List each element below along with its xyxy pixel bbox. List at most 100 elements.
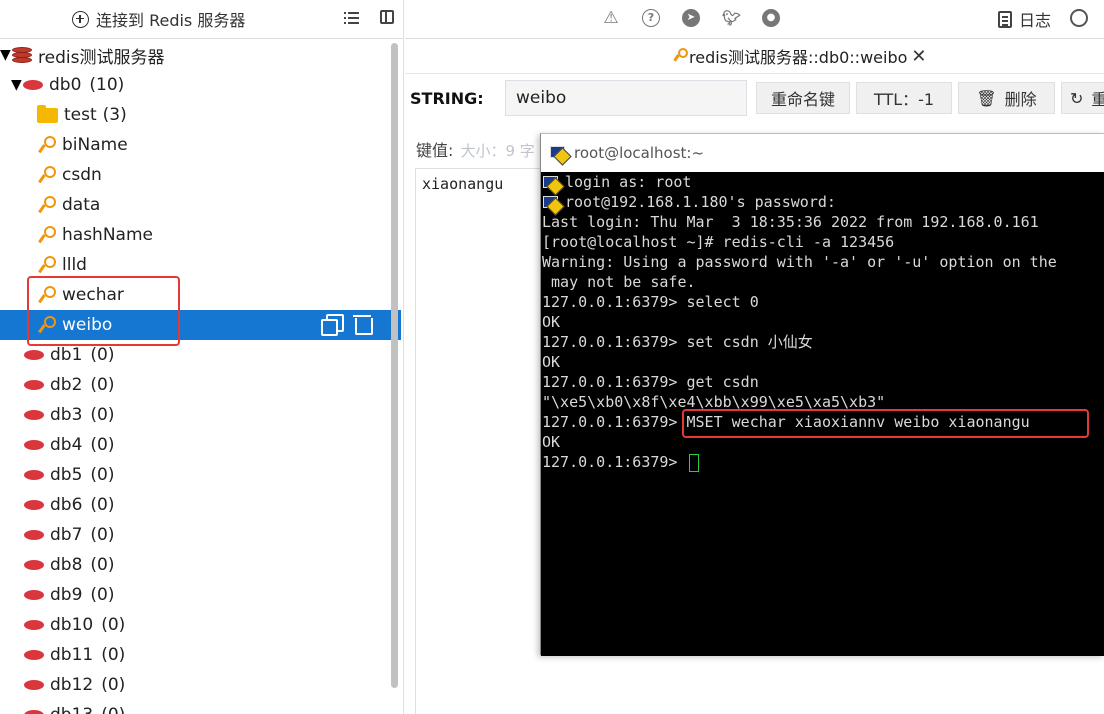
connect-redis-button[interactable]: 连接到 Redis 服务器 <box>72 6 245 32</box>
key-name: llld <box>62 255 87 275</box>
database-icon <box>24 650 44 660</box>
tree-db-db2[interactable]: db2 (0) <box>0 370 401 400</box>
key-name: hashName <box>62 225 153 245</box>
db-name: db2 <box>50 375 83 395</box>
db-key-count: (0) <box>90 495 115 515</box>
log-button-label: 日志 <box>1019 11 1052 30</box>
tree-key[interactable]: wechar <box>0 280 401 310</box>
key-icon <box>38 256 56 274</box>
key-name-input[interactable]: weibo <box>505 80 747 116</box>
github-icon[interactable]: ● <box>762 9 780 27</box>
ttl-button[interactable]: TTL：-1 <box>856 82 952 114</box>
settings-icon[interactable] <box>1070 9 1088 27</box>
tree-key[interactable]: csdn <box>0 160 401 190</box>
help-icon[interactable]: ? <box>642 9 660 27</box>
refresh-button[interactable]: ↻ 重 <box>1061 82 1104 114</box>
caret-down-icon[interactable]: ▼ <box>11 77 23 93</box>
twitter-icon[interactable]: 🐦︎ <box>722 9 741 27</box>
tree-db-db1[interactable]: db1 (0) <box>0 340 401 370</box>
key-name: csdn <box>62 165 102 185</box>
putty-icon <box>543 174 559 192</box>
database-icon <box>24 500 44 510</box>
prompt: 127.0.0.1:6379> <box>542 413 678 431</box>
key-detail-toolbar: STRING: weibo 重命名键 TTL：-1 🗑︎ 删除 ↻ 重 <box>405 74 1104 124</box>
telegram-icon[interactable]: ➤ <box>682 9 700 27</box>
terminal-screen[interactable]: login as: root root@192.168.1.180's pass… <box>541 172 1104 656</box>
putty-icon <box>550 144 568 162</box>
db-name: db9 <box>50 585 83 605</box>
db-key-count: (0) <box>101 645 126 665</box>
database-icon <box>24 470 44 480</box>
putty-icon <box>543 194 559 212</box>
key-name: weibo <box>62 315 113 335</box>
caret-down-icon[interactable]: ▼ <box>0 47 12 63</box>
tree-db-db12[interactable]: db12 (0) <box>0 670 401 700</box>
database-icon <box>24 410 44 420</box>
tree-key[interactable]: biName <box>0 130 401 160</box>
db-name: db6 <box>50 495 83 515</box>
plus-circle-icon <box>72 10 89 28</box>
delete-button-label: 删除 <box>1004 90 1037 109</box>
db-name: db5 <box>50 465 83 485</box>
key-tree: ▼ redis测试服务器 ▼ db0 (10) test (3) biName … <box>0 40 402 714</box>
refresh-button-label: 重 <box>1091 86 1104 110</box>
tree-db-db0[interactable]: ▼ db0 (10) <box>0 70 401 100</box>
server-name: redis测试服务器 <box>38 47 165 68</box>
db-name: db4 <box>50 435 83 455</box>
terminal-line: 127.0.0.1:6379> <box>542 452 699 472</box>
terminal-line: login as: root <box>542 172 691 192</box>
tree-db-db4[interactable]: db4 (0) <box>0 430 401 460</box>
database-icon <box>24 680 44 690</box>
terminal-line: 127.0.0.1:6379> set csdn 小仙女 <box>542 333 813 351</box>
tree-db-db5[interactable]: db5 (0) <box>0 460 401 490</box>
warning-icon[interactable]: ⚠ <box>602 9 620 27</box>
tree-db-db9[interactable]: db9 (0) <box>0 580 401 610</box>
delete-key-button[interactable]: 🗑︎ 删除 <box>958 82 1055 114</box>
list-view-icon[interactable] <box>344 11 359 25</box>
rename-key-button[interactable]: 重命名键 <box>756 82 850 114</box>
top-toolbar: ⚠ ? ➤ 🐦︎ ● 日志 <box>405 0 1104 39</box>
key-icon <box>38 166 56 184</box>
key-type-label: STRING: <box>410 89 484 108</box>
putty-terminal-window[interactable]: root@localhost:~ login as: root root@192… <box>540 133 1104 656</box>
putty-title: root@localhost:~ <box>574 144 705 162</box>
database-icon <box>24 620 44 630</box>
tree-db-db10[interactable]: db10 (0) <box>0 610 401 640</box>
folder-count: (3) <box>102 105 127 125</box>
tree-db-db3[interactable]: db3 (0) <box>0 400 401 430</box>
key-icon <box>38 136 56 154</box>
terminal-line: 127.0.0.1:6379> MSET wechar xiaoxiannv w… <box>542 412 1030 432</box>
tree-db-db11[interactable]: db11 (0) <box>0 640 401 670</box>
tree-db-db8[interactable]: db8 (0) <box>0 550 401 580</box>
tree-db-db13[interactable]: db13 (0) <box>0 700 401 714</box>
clipboard-icon <box>998 10 1012 28</box>
terminal-line: OK <box>542 313 561 331</box>
tree-key[interactable]: data <box>0 190 401 220</box>
trash-icon[interactable] <box>353 314 373 335</box>
terminal-line: 127.0.0.1:6379> get csdn <box>542 373 759 391</box>
tree-key-selected[interactable]: weibo <box>0 310 401 340</box>
log-button[interactable]: 日志 <box>998 6 1051 32</box>
database-icon <box>24 350 44 360</box>
database-icon <box>24 710 44 714</box>
connect-button-label: 连接到 Redis 服务器 <box>96 11 246 30</box>
tree-db-db6[interactable]: db6 (0) <box>0 490 401 520</box>
db-name: db8 <box>50 555 83 575</box>
toggle-sidebar-icon[interactable] <box>380 10 394 24</box>
value-size-text: 大小：9 字 <box>460 142 535 160</box>
tree-folder-test[interactable]: test (3) <box>0 100 401 130</box>
copy-icon[interactable] <box>321 314 344 336</box>
terminal-line: Warning: Using a password with '-a' or '… <box>542 253 1057 271</box>
db-key-count: (10) <box>89 75 125 95</box>
db-key-count: (0) <box>90 585 115 605</box>
tree-key[interactable]: hashName <box>0 220 401 250</box>
tree-scrollbar[interactable] <box>391 43 398 688</box>
close-tab-icon[interactable]: ✕ <box>911 46 926 67</box>
tab-key-weibo[interactable]: redis测试服务器::db0::weibo ✕ <box>673 44 926 68</box>
tree-db-db7[interactable]: db7 (0) <box>0 520 401 550</box>
tree-server[interactable]: ▼ redis测试服务器 <box>0 40 401 70</box>
terminal-line: OK <box>542 353 561 371</box>
tree-key[interactable]: llld <box>0 250 401 280</box>
putty-title-bar[interactable]: root@localhost:~ <box>541 134 1104 172</box>
db-key-count: (0) <box>101 705 125 714</box>
